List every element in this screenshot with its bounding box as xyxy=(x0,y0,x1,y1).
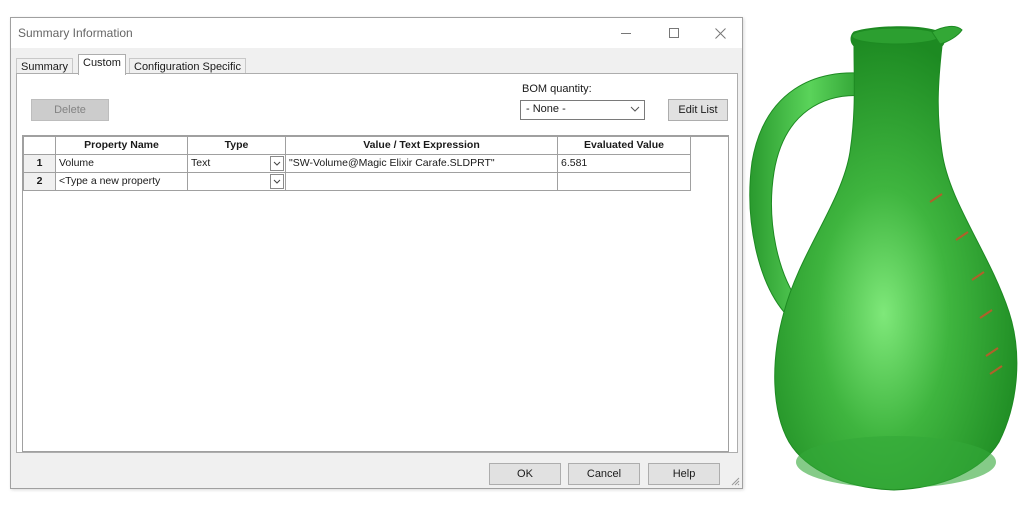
type-cell[interactable]: Text xyxy=(187,153,286,173)
custom-properties-grid: Property Name Type Value / Text Expressi… xyxy=(22,135,729,452)
chevron-down-icon xyxy=(273,161,281,166)
chevron-down-icon xyxy=(630,102,640,119)
bom-quantity-label: BOM quantity: xyxy=(522,83,592,95)
maximize-icon xyxy=(669,28,679,38)
property-name-cell[interactable]: <Type a new property xyxy=(55,171,188,191)
maximize-button[interactable] xyxy=(651,18,697,48)
chevron-down-icon xyxy=(273,179,281,184)
type-dropdown-button[interactable] xyxy=(270,155,284,171)
value-expression-cell[interactable] xyxy=(285,171,558,191)
grid-corner-cell[interactable] xyxy=(23,137,56,155)
bom-quantity-value: - None - xyxy=(526,103,566,115)
close-icon xyxy=(714,27,726,39)
column-header-property-name[interactable]: Property Name xyxy=(55,137,188,155)
type-cell[interactable] xyxy=(187,171,286,191)
ok-button[interactable]: OK xyxy=(489,463,561,485)
carafe-base-shadow xyxy=(796,436,996,488)
carafe-model-render xyxy=(749,25,1018,491)
evaluated-value-cell xyxy=(557,171,691,191)
properties-table: Property Name Type Value / Text Expressi… xyxy=(23,137,691,191)
bom-quantity-select[interactable]: - None - xyxy=(520,100,645,120)
carafe-rim xyxy=(851,27,941,45)
column-header-evaluated-value[interactable]: Evaluated Value xyxy=(557,137,691,155)
table-row: 2 <Type a new property xyxy=(23,171,691,191)
row-number[interactable]: 2 xyxy=(23,171,56,191)
close-button[interactable] xyxy=(697,18,743,48)
tab-configuration-specific[interactable]: Configuration Specific xyxy=(129,58,247,74)
table-row: 1 Volume Text "SW-Volume@Magic Elixir Ca… xyxy=(23,153,691,173)
window-title: Summary Information xyxy=(18,26,133,40)
minimize-button[interactable] xyxy=(603,18,649,48)
evaluated-value-cell: 6.581 xyxy=(557,153,691,173)
resize-grip-icon[interactable] xyxy=(730,476,740,486)
table-header-row: Property Name Type Value / Text Expressi… xyxy=(23,137,691,155)
minimize-icon xyxy=(621,32,631,34)
property-name-cell[interactable]: Volume xyxy=(55,153,188,173)
type-value: Text xyxy=(191,157,211,169)
delete-button[interactable]: Delete xyxy=(31,99,109,121)
type-dropdown-button[interactable] xyxy=(270,173,284,189)
column-header-type[interactable]: Type xyxy=(187,137,286,155)
column-header-value[interactable]: Value / Text Expression xyxy=(285,137,558,155)
row-number[interactable]: 1 xyxy=(23,153,56,173)
value-expression-cell[interactable]: "SW-Volume@Magic Elixir Carafe.SLDPRT" xyxy=(285,153,558,173)
tab-summary[interactable]: Summary xyxy=(16,58,74,74)
custom-tab-panel: Delete BOM quantity: - None - Edit List … xyxy=(16,73,738,453)
edit-list-button[interactable]: Edit List xyxy=(668,99,728,121)
cancel-button[interactable]: Cancel xyxy=(568,463,640,485)
help-button[interactable]: Help xyxy=(648,463,720,485)
summary-information-dialog: Summary Information Summary Custom Confi… xyxy=(10,17,743,489)
title-bar: Summary Information xyxy=(11,18,742,48)
tab-custom[interactable]: Custom xyxy=(78,54,126,75)
